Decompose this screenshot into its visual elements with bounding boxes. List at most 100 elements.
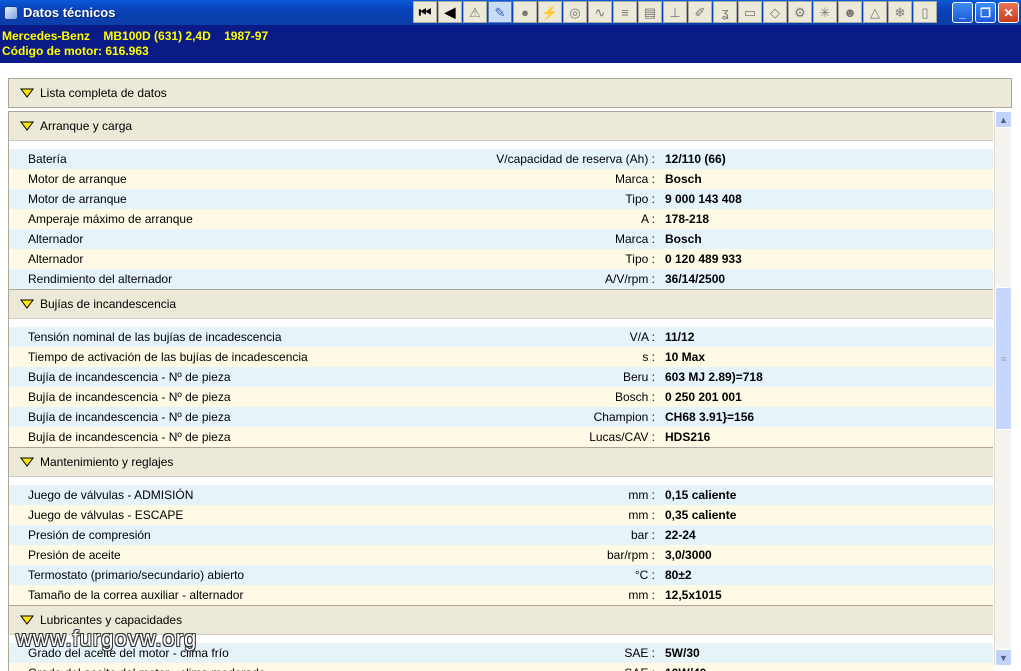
row-name: Tamaño de la correa auxiliar - alternado… [28,588,244,602]
prev-icon: ◀ [444,4,456,20]
row-unit: °C : [634,568,655,582]
section-title: Bujías de incandescencia [40,297,177,311]
wheel-button[interactable]: ◎ [563,1,587,23]
list-header[interactable]: Lista completa de datos [8,78,1012,108]
row-value: 603 MJ 2.89)=718 [665,370,763,384]
lift-button[interactable]: ⊥ [663,1,687,23]
row-name: Juego de válvulas - ESCAPE [28,508,184,522]
toolbar: ⏮ ◀ ⚠ ✎ ● ⚡ ◎ ∿ ≡ ▤ ⊥ ✐ ʓ ▭ ◇ ⚙ ✳ ☻ △ ❄ ▯ [413,1,938,23]
spring-icon: ʓ [721,4,729,20]
settings-button[interactable]: ✳ [813,1,837,23]
scroll-down-button[interactable]: ▼ [995,649,1012,666]
document-button[interactable]: ▯ [913,1,937,23]
row-name: Termostato (primario/secundario) abierto [28,568,245,582]
wheel-icon: ◎ [569,4,581,20]
egg-icon: ● [521,4,529,20]
window-title: Datos técnicos [23,5,116,20]
table-row: Amperaje máximo de arranque A : 178-218 [9,209,993,229]
row-unit: Lucas/CAV : [589,430,655,444]
warning-triangle-icon: ⚠ [469,4,481,20]
section-title: Mantenimiento y reglajes [40,455,174,469]
scroll-thumb[interactable]: ≡ [995,287,1012,430]
technical-data-button[interactable]: ✎ [488,1,512,23]
close-icon: ✕ [1003,5,1014,20]
row-unit: s : [642,350,655,364]
watermark: www.furgovw.org [16,626,198,651]
person-button[interactable]: ☻ [838,1,862,23]
app-icon [4,5,18,20]
car-button[interactable]: ▭ [738,1,762,23]
table-row: Rendimiento del alternador A/V/rpm : 36/14… [9,269,993,289]
row-name: Batería [28,152,67,166]
technical-data-icon: ✎ [494,4,506,20]
engine-icon: ≡ [621,4,629,20]
restore-button[interactable]: ❐ [975,2,996,23]
row-unit: Bosch : [614,390,655,404]
car-body-button[interactable]: ◇ [763,1,787,23]
row-value: 80±2 [665,568,692,582]
diamond-icon [20,121,34,131]
hose-button[interactable]: ∿ [588,1,612,23]
row-value: 12/110 (66) [665,152,726,166]
prev-button[interactable]: ◀ [438,1,462,23]
row-name: Bujía de incandescencia - Nº de pieza [28,370,231,384]
spring-button[interactable]: ʓ [713,1,737,23]
electrical-button[interactable]: ⚡ [538,1,562,23]
table-row: Alternador Tipo : 0 120 489 933 [9,249,993,269]
table-row: Bujía de incandescencia - Nº de pieza Ber… [9,367,993,387]
table-row: Tensión nominal de las bujías de incades… [9,327,993,347]
chevron-up-icon: ▲ [999,114,1008,125]
service-button[interactable]: ⚙ [788,1,812,23]
tools-button[interactable]: ✐ [688,1,712,23]
row-value: 22-24 [665,528,696,542]
egg-button[interactable]: ● [513,1,537,23]
row-unit: A : [640,212,655,226]
car-body-icon: ◇ [770,4,780,20]
vehicle-header: Mercedes-Benz MB100D (631) 2,4D 1987-97 … [0,25,1021,63]
battery-icon: ▤ [643,4,657,20]
row-name: Motor de arranque [28,192,127,206]
electrical-icon: ⚡ [541,4,559,20]
row-name: Rendimiento del alternador [28,272,173,286]
vehicle-years: 1987-97 [224,29,269,43]
row-value: 5W/30 [665,646,700,660]
window-controls: _ ❐ ✕ [952,2,1019,23]
engine-code: Código de motor: 616.963 [2,44,149,58]
close-button[interactable]: ✕ [998,2,1019,23]
row-name: Juego de válvulas - ADMISIÓN [28,488,194,502]
table-row: Motor de arranque Marca : Bosch [9,169,993,189]
battery-button[interactable]: ▤ [638,1,662,23]
minimize-button[interactable]: _ [952,2,973,23]
row-value: HDS216 [665,430,711,444]
row-unit: mm : [628,588,655,602]
section-header[interactable]: Bujías de incandescencia [9,289,993,319]
row-value: 9 000 143 408 [665,192,742,206]
table-row: Juego de válvulas - ESCAPE mm : 0,35 calie… [9,505,993,525]
table-row: Bujía de incandescencia - Nº de pieza Cha… [9,407,993,427]
warning-triangle-button[interactable]: ⚠ [463,1,487,23]
section-header[interactable]: Arranque y carga [9,111,993,141]
first-button[interactable]: ⏮ [413,1,437,23]
row-name: Presión de aceite [28,548,121,562]
vertical-scrollbar[interactable]: ▲ ≡ ▼ [994,111,1012,666]
vehicle-make: Mercedes-Benz [2,29,91,43]
diamond-icon [20,299,34,309]
row-value: 12,5x1015 [665,588,722,602]
content-area: Lista completa de datos Arranque y carga… [0,63,1021,671]
diamond-icon [20,457,34,467]
engine-button[interactable]: ≡ [613,1,637,23]
chevron-down-icon: ▼ [999,652,1008,663]
row-value: 0 250 201 001 [665,390,742,404]
scroll-up-button[interactable]: ▲ [995,111,1012,128]
row-name: Bujía de incandescencia - Nº de pieza [28,430,231,444]
hazard-button[interactable]: △ [863,1,887,23]
section-header[interactable]: Mantenimiento y reglajes [9,447,993,477]
aircon-button[interactable]: ❄ [888,1,912,23]
restore-icon: ❐ [980,5,991,20]
table-row: Motor de arranque Tipo : 9 000 143 408 [9,189,993,209]
hose-icon: ∿ [594,4,606,20]
table-row: Bujía de incandescencia - Nº de pieza Luc… [9,427,993,447]
row-unit: V/capacidad de reserva (Ah) : [496,152,655,166]
vehicle-model: MB100D (631) 2,4D [103,29,211,43]
table-row: Termostato (primario/secundario) abierto… [9,565,993,585]
